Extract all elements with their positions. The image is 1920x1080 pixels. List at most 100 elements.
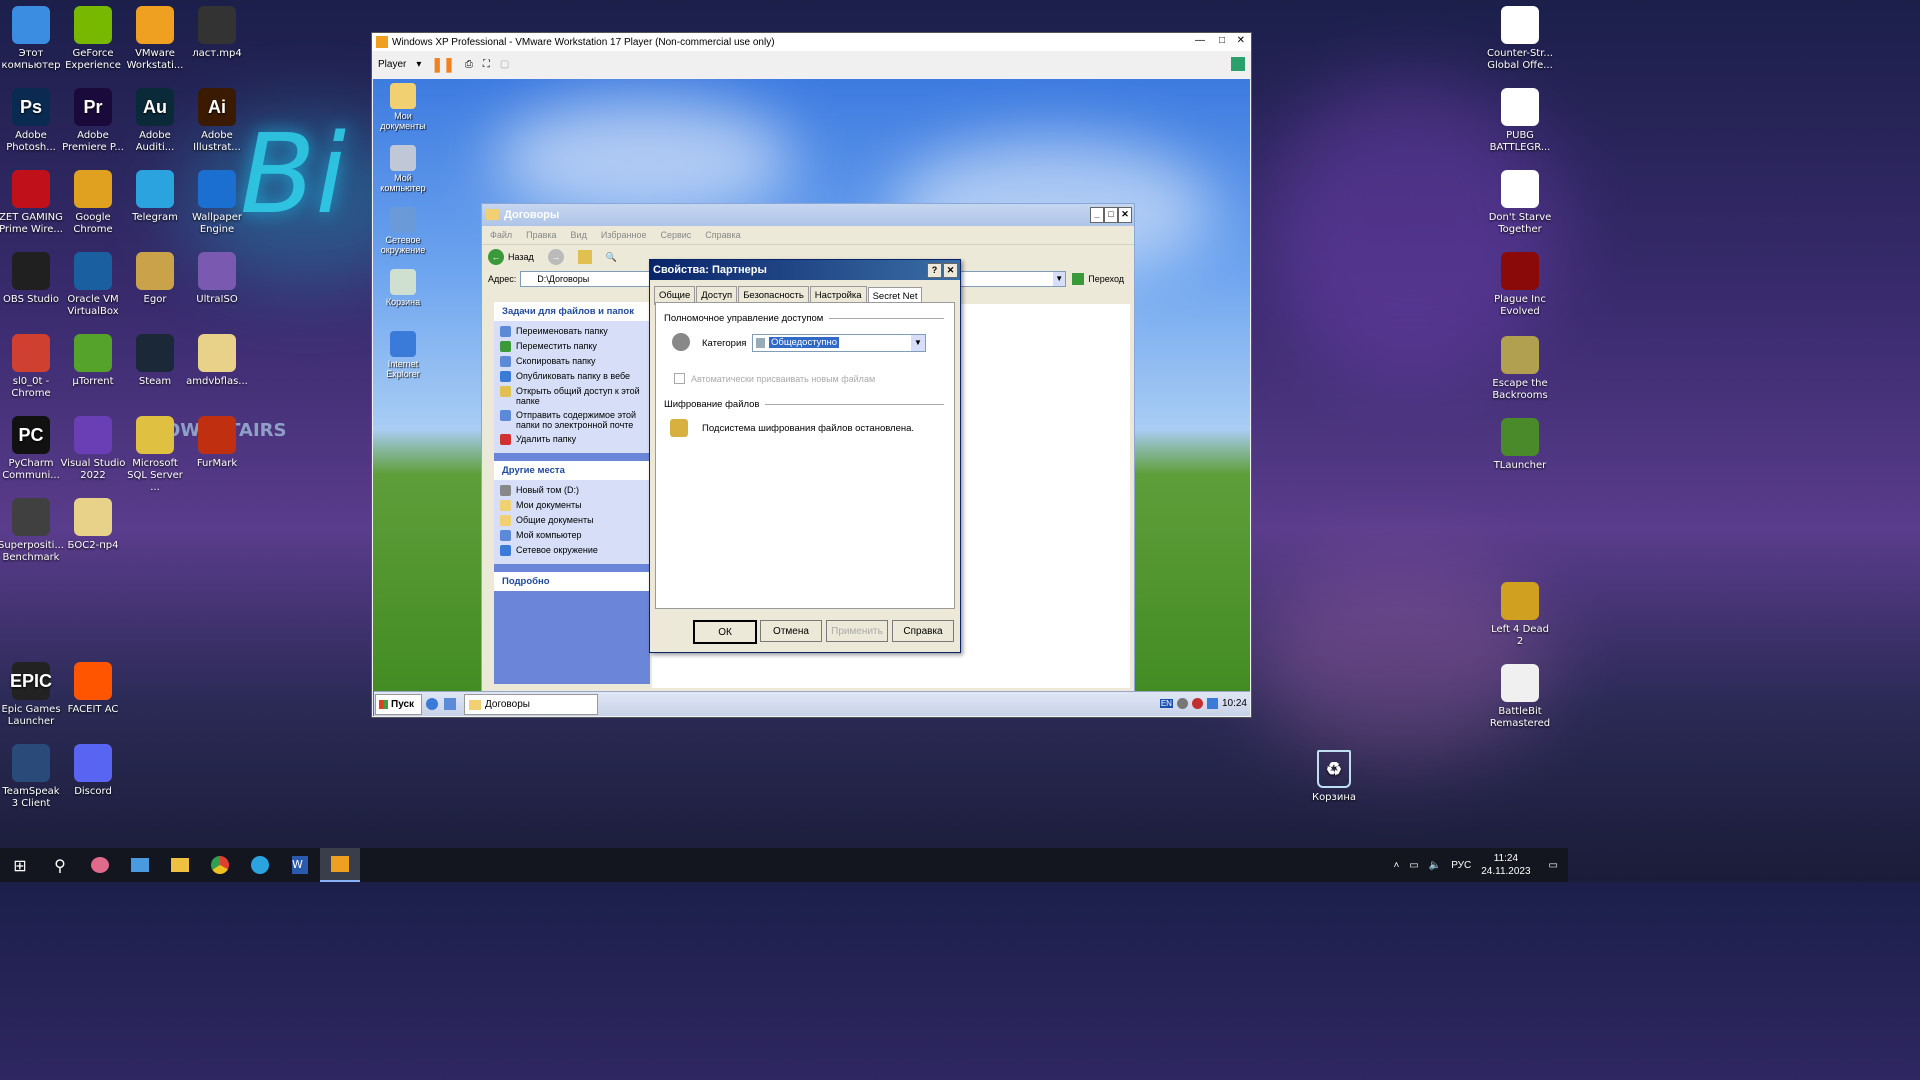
menu-item[interactable]: Избранное (601, 230, 647, 240)
taskbar-telegram-icon[interactable] (240, 848, 280, 882)
desktop-shortcut[interactable]: Egor (122, 252, 188, 306)
desktop-shortcut[interactable]: FurMark (184, 416, 250, 470)
task-link[interactable]: Опубликовать папку в вебе (500, 369, 644, 384)
desktop-shortcut[interactable]: PC PyCharm Communi... (0, 416, 64, 482)
address-dropdown-icon[interactable]: ▼ (1053, 272, 1066, 286)
xp-desktop-shortcut[interactable]: Сетевое окружение (373, 207, 433, 255)
desktop-shortcut[interactable]: BattleBit Remastered (1487, 664, 1553, 730)
taskbar-word-icon[interactable]: W (280, 848, 320, 882)
task-link[interactable]: Скопировать папку (500, 354, 644, 369)
help-button[interactable]: Справка (892, 620, 954, 642)
fullscreen-icon[interactable]: ⛶ (483, 59, 490, 70)
notifications-icon[interactable]: ▭ (1549, 860, 1558, 871)
explorer-minimize-button[interactable]: _ (1090, 207, 1104, 223)
taskbar-app-monitor-icon[interactable] (120, 848, 160, 882)
back-icon[interactable]: ← (488, 249, 504, 265)
menu-item[interactable]: Справка (705, 230, 740, 240)
category-select[interactable]: Общедоступно ▼ (752, 334, 926, 352)
desktop-shortcut[interactable]: Ps Adobe Photosh... (0, 88, 64, 154)
up-folder-icon[interactable] (577, 250, 592, 264)
desktop-shortcut[interactable]: Ai Adobe Illustrat... (184, 88, 250, 154)
back-button[interactable]: Назад (508, 252, 534, 262)
place-link[interactable]: Мой компьютер (500, 528, 644, 543)
close-button[interactable]: ✕ (1237, 35, 1245, 46)
forward-icon[interactable]: → (547, 249, 564, 265)
desktop-shortcut[interactable]: ласт.mp4 (184, 6, 250, 60)
place-link[interactable]: Общие документы (500, 513, 644, 528)
desktop-shortcut[interactable]: Plague Inc Evolved (1487, 252, 1553, 318)
desktop-shortcut[interactable]: sl0_0t - Chrome (0, 334, 64, 400)
cancel-button[interactable]: Отмена (760, 620, 822, 642)
desktop-shortcut[interactable]: Superpositi... Benchmark (0, 498, 64, 564)
xp-desktop-shortcut[interactable]: Корзина (373, 269, 433, 307)
desktop-shortcut[interactable]: Counter-Str... Global Offe... (1487, 6, 1553, 72)
desktop-shortcut[interactable]: Pr Adobe Premiere P... (60, 88, 126, 154)
desktop-shortcut[interactable]: UltraISO (184, 252, 250, 306)
desktop-shortcut[interactable]: FACEIT AC (60, 662, 126, 716)
task-link[interactable]: Отправить содержимое этой папки по элект… (500, 408, 644, 432)
taskbar-vmware-icon[interactable] (320, 848, 360, 882)
desktop-shortcut[interactable]: БОС2-пр4 (60, 498, 126, 552)
desktop-shortcut[interactable]: TeamSpeak 3 Client (0, 744, 64, 810)
ok-button[interactable]: ОК (693, 620, 757, 644)
search-icon[interactable]: 🔍 (606, 252, 617, 263)
desktop-shortcut[interactable]: Telegram (122, 170, 188, 224)
desktop-shortcut[interactable]: Au Adobe Auditi... (122, 88, 188, 154)
clock[interactable]: 11:24 24.11.2023 (1481, 852, 1530, 878)
go-button[interactable]: Переход (1088, 274, 1124, 284)
place-link[interactable]: Мои документы (500, 498, 644, 513)
start-button[interactable]: Пуск (375, 694, 422, 715)
desktop-shortcut[interactable]: Microsoft SQL Server ... (122, 416, 188, 494)
desktop-shortcut[interactable]: Escape the Backrooms (1487, 336, 1553, 402)
places-header[interactable]: Другие места (494, 461, 650, 480)
desktop-shortcut[interactable]: Steam (122, 334, 188, 388)
tasks-header[interactable]: Задачи для файлов и папок (494, 302, 650, 321)
desktop-shortcut[interactable]: Left 4 Dead 2 (1487, 582, 1553, 648)
desktop-shortcut[interactable]: Oracle VM VirtualBox (60, 252, 126, 318)
library-icon[interactable] (1231, 57, 1245, 71)
place-link[interactable]: Новый том (D:) (500, 483, 644, 498)
desktop-shortcut[interactable]: GeForce Experience (60, 6, 126, 72)
task-link[interactable]: Открыть общий доступ к этой папке (500, 384, 644, 408)
maximize-button[interactable]: □ (1219, 35, 1225, 46)
apply-button[interactable]: Применить (826, 620, 888, 642)
desktop-shortcut[interactable]: ZET GAMING Prime Wire... (0, 170, 64, 236)
desktop-quicklaunch-icon[interactable] (444, 698, 456, 710)
network-icon[interactable]: ▭ (1409, 860, 1418, 871)
taskbar-file-explorer-icon[interactable] (160, 848, 200, 882)
pause-icon[interactable]: ❚❚ (431, 56, 454, 73)
menu-item[interactable]: Файл (490, 230, 512, 240)
search-icon[interactable]: ⚲ (40, 848, 80, 882)
ie-quicklaunch-icon[interactable] (426, 698, 438, 710)
desktop-shortcut[interactable]: Wallpaper Engine (184, 170, 250, 236)
taskbar-chrome-icon[interactable] (200, 848, 240, 882)
xp-desktop-shortcut[interactable]: Мои документы (373, 83, 433, 131)
desktop-shortcut[interactable]: PUBG BATTLEGR... (1487, 88, 1553, 154)
taskbar-explorer-button[interactable]: Договоры (464, 694, 598, 715)
taskbar-app-paint-icon[interactable] (80, 848, 120, 882)
details-header[interactable]: Подробно (494, 572, 650, 591)
language-indicator[interactable]: РУС (1451, 860, 1471, 871)
desktop-shortcut[interactable]: Visual Studio 2022 (60, 416, 126, 482)
desktop-shortcut[interactable]: TLauncher (1487, 418, 1553, 472)
auto-assign-box[interactable] (674, 373, 685, 384)
tray-overflow-icon[interactable]: ˄ (1393, 860, 1399, 871)
desktop-shortcut[interactable]: VMware Workstati... (122, 6, 188, 72)
desktop-shortcut[interactable]: EPIC Epic Games Launcher (0, 662, 64, 728)
xp-desktop-shortcut[interactable]: Мой компьютер (373, 145, 433, 193)
language-indicator[interactable]: EN (1159, 699, 1173, 708)
desktop-shortcut[interactable]: amdvbflas... (184, 334, 250, 388)
task-link[interactable]: Переместить папку (500, 339, 644, 354)
auto-assign-checkbox[interactable]: Автоматически присваивать новым файлам (674, 373, 875, 384)
category-dropdown-icon[interactable]: ▼ (911, 335, 925, 351)
volume-icon[interactable]: 🔈 (1429, 860, 1441, 871)
place-link[interactable]: Сетевое окружение (500, 543, 644, 558)
menu-item[interactable]: Правка (526, 230, 556, 240)
player-menu[interactable]: Player (378, 59, 406, 70)
desktop-shortcut[interactable]: µTorrent (60, 334, 126, 388)
desktop-shortcut[interactable]: Этот компьютер (0, 6, 64, 72)
send-ctrl-alt-del-icon[interactable]: ⎙ (465, 59, 473, 70)
xp-desktop-shortcut[interactable]: Internet Explorer (373, 331, 433, 379)
desktop-shortcut[interactable]: OBS Studio (0, 252, 64, 306)
task-link[interactable]: Удалить папку (500, 432, 644, 447)
